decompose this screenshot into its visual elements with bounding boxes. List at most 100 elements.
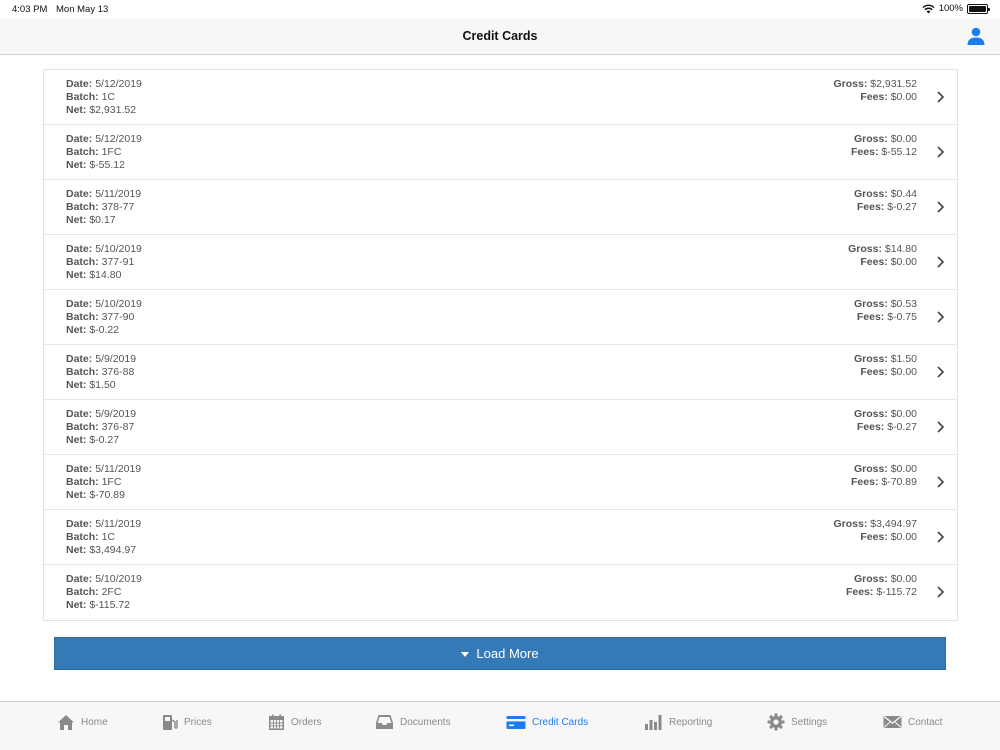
- net-value: $0.17: [89, 214, 116, 226]
- net-value: $-0.27: [89, 434, 120, 446]
- row-amounts: Gross: $14.80 Fees: $0.00: [848, 243, 917, 269]
- row-details: Date: 5/10/2019 Batch: 377-90 Net: $-0.2…: [66, 298, 142, 337]
- net-value: $-115.72: [89, 599, 131, 611]
- gross-value: $0.00: [890, 408, 917, 420]
- tab-prices[interactable]: Prices: [162, 711, 212, 733]
- row-amounts: Gross: $0.00 Fees: $-115.72: [846, 573, 917, 599]
- user-icon[interactable]: [966, 26, 986, 46]
- net-line: Net: $3,494.97: [66, 544, 141, 557]
- date-label: Date:: [66, 408, 93, 420]
- list-item[interactable]: Date: 5/11/2019 Batch: 378-77 Net: $0.17…: [44, 180, 957, 235]
- batch-line: Batch: 378-77: [66, 201, 141, 214]
- chevron-right-icon: [937, 421, 945, 433]
- tab-label: Orders: [291, 716, 322, 728]
- gross-value: $2,931.52: [870, 78, 917, 90]
- net-label: Net:: [66, 489, 87, 501]
- list-item[interactable]: Date: 5/10/2019 Batch: 2FC Net: $-115.72…: [44, 565, 957, 620]
- gross-value: $1.50: [890, 353, 917, 365]
- gross-value: $0.44: [890, 188, 917, 200]
- net-label: Net:: [66, 544, 87, 556]
- list-item[interactable]: Date: 5/12/2019 Batch: 1FC Net: $-55.12 …: [44, 125, 957, 180]
- gross-label: Gross:: [833, 518, 868, 530]
- date-line: Date: 5/12/2019: [66, 78, 142, 91]
- fuel-pump-icon: [162, 714, 178, 731]
- credit-card-icon: [506, 715, 526, 730]
- net-line: Net: $-0.27: [66, 434, 136, 447]
- envelope-icon: [883, 715, 902, 729]
- gross-value: $0.53: [890, 298, 917, 310]
- net-value: $14.80: [89, 269, 122, 281]
- list-item[interactable]: Date: 5/9/2019 Batch: 376-88 Net: $1.50 …: [44, 345, 957, 400]
- tab-documents[interactable]: Documents: [375, 711, 451, 733]
- batch-label: Batch:: [66, 421, 99, 433]
- list-item[interactable]: Date: 5/10/2019 Batch: 377-91 Net: $14.8…: [44, 235, 957, 290]
- net-value: $-0.22: [89, 324, 120, 336]
- fees-line: Fees: $-115.72: [846, 586, 917, 599]
- batch-value: 377-91: [101, 256, 135, 268]
- chevron-right-icon: [937, 366, 945, 378]
- batch-label: Batch:: [66, 201, 99, 213]
- date-value: 5/10/2019: [95, 243, 142, 255]
- page-title: Credit Cards: [462, 29, 538, 43]
- date-value: 5/10/2019: [95, 573, 142, 585]
- tab-orders[interactable]: Orders: [268, 711, 322, 733]
- fees-label: Fees:: [851, 146, 879, 158]
- list-item[interactable]: Date: 5/10/2019 Batch: 377-90 Net: $-0.2…: [44, 290, 957, 345]
- chevron-right-icon: [937, 531, 945, 543]
- row-amounts: Gross: $0.53 Fees: $-0.75: [854, 298, 917, 324]
- gross-value: $3,494.97: [870, 518, 917, 530]
- batch-label: Batch:: [66, 586, 99, 598]
- nav-bar: Credit Cards: [0, 18, 1000, 55]
- gross-label: Gross:: [853, 188, 888, 200]
- fees-value: $0.00: [890, 531, 917, 543]
- batch-label: Batch:: [66, 366, 99, 378]
- batch-value: 2FC: [101, 586, 122, 598]
- fees-line: Fees: $0.00: [834, 531, 917, 544]
- fees-value: $-70.89: [881, 476, 917, 488]
- net-value: $-55.12: [89, 159, 125, 171]
- tab-reporting[interactable]: Reporting: [644, 711, 712, 733]
- gross-line: Gross: $0.00: [851, 133, 917, 146]
- fees-line: Fees: $-70.89: [851, 476, 917, 489]
- tab-contact[interactable]: Contact: [883, 711, 942, 733]
- tab-credit-cards[interactable]: Credit Cards: [506, 711, 588, 733]
- gross-value: $0.00: [890, 463, 917, 475]
- date-value: 5/10/2019: [95, 298, 142, 310]
- gross-line: Gross: $1.50: [854, 353, 917, 366]
- fees-label: Fees:: [860, 531, 888, 543]
- net-label: Net:: [66, 434, 87, 446]
- date-label: Date:: [66, 188, 93, 200]
- net-line: Net: $-0.22: [66, 324, 142, 337]
- tab-bar: Home Prices Orders Documents Credit Cards Rep…: [0, 701, 1000, 750]
- date-label: Date:: [66, 133, 93, 145]
- list-item[interactable]: Date: 5/12/2019 Batch: 1C Net: $2,931.52…: [44, 70, 957, 125]
- fees-line: Fees: $-55.12: [851, 146, 917, 159]
- tab-settings[interactable]: Settings: [767, 711, 827, 733]
- net-line: Net: $-55.12: [66, 159, 142, 172]
- batch-value: 378-77: [101, 201, 135, 213]
- batch-value: 1C: [101, 531, 116, 543]
- net-label: Net:: [66, 104, 87, 116]
- fees-label: Fees:: [856, 421, 885, 433]
- fees-value: $-0.27: [887, 421, 917, 433]
- gross-label: Gross:: [833, 78, 868, 90]
- net-label: Net:: [66, 269, 87, 281]
- row-amounts: Gross: $0.00 Fees: $-55.12: [851, 133, 917, 159]
- chevron-right-icon: [937, 476, 945, 488]
- fees-label: Fees:: [856, 201, 885, 213]
- tab-label: Reporting: [669, 716, 713, 728]
- list-item[interactable]: Date: 5/11/2019 Batch: 1FC Net: $-70.89 …: [44, 455, 957, 510]
- battery-icon: [967, 3, 990, 14]
- row-amounts: Gross: $2,931.52 Fees: $0.00: [834, 78, 917, 104]
- list-item[interactable]: Date: 5/11/2019 Batch: 1C Net: $3,494.97…: [44, 510, 957, 565]
- tab-home[interactable]: Home: [57, 711, 108, 733]
- row-details: Date: 5/12/2019 Batch: 1FC Net: $-55.12: [66, 133, 142, 172]
- list-item[interactable]: Date: 5/9/2019 Batch: 376-87 Net: $-0.27…: [44, 400, 957, 455]
- batch-label: Batch:: [66, 256, 99, 268]
- gross-label: Gross:: [853, 353, 888, 365]
- batch-label: Batch:: [66, 146, 99, 158]
- load-more-button[interactable]: Load More: [54, 637, 946, 670]
- net-value: $3,494.97: [89, 544, 137, 556]
- batch-value: 1C: [101, 91, 116, 103]
- date-line: Date: 5/12/2019: [66, 133, 142, 146]
